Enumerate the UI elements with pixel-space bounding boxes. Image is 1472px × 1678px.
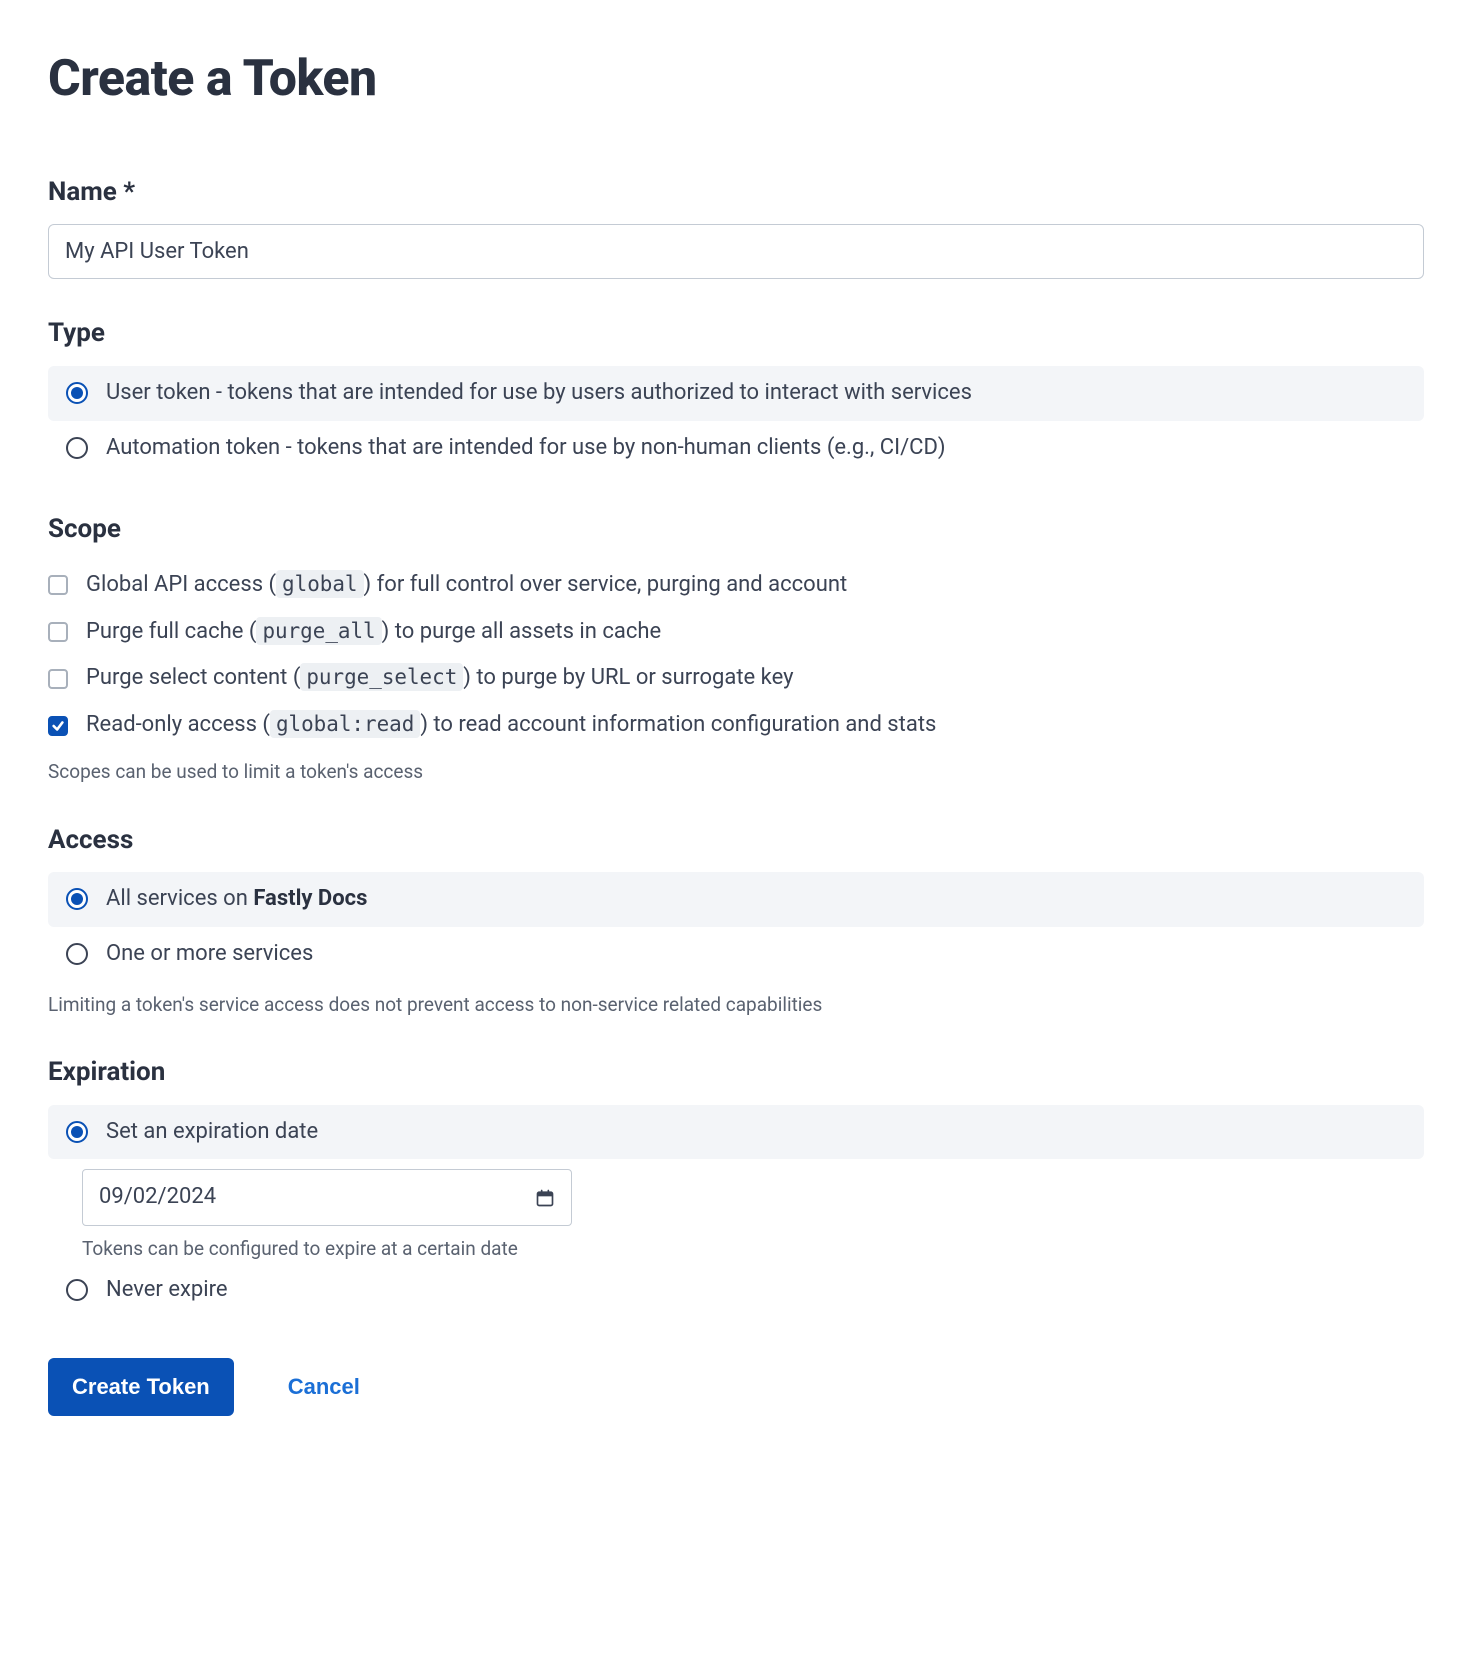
checkbox-icon — [48, 669, 68, 689]
access-option-select-services[interactable]: One or more services — [48, 927, 1424, 982]
radio-icon — [66, 1121, 88, 1143]
scope-option-purge-select[interactable]: Purge select content (purge_select) to p… — [48, 655, 1424, 702]
expiration-date-help: Tokens can be configured to expire at a … — [82, 1236, 1424, 1263]
checkbox-icon — [48, 575, 68, 595]
radio-icon — [66, 1279, 88, 1301]
scope-option-text: Global API access (global) for full cont… — [86, 570, 847, 601]
access-option-label: All services on Fastly Docs — [106, 884, 367, 915]
access-help-text: Limiting a token's service access does n… — [48, 992, 1424, 1019]
scope-label: Scope — [48, 511, 1424, 547]
access-option-label: One or more services — [106, 939, 313, 970]
create-token-form: Create a Token Name * Type User token - … — [0, 0, 1472, 1476]
type-option-label: User token - tokens that are intended fo… — [106, 378, 972, 409]
name-input[interactable] — [48, 224, 1424, 279]
type-option-user-token[interactable]: User token - tokens that are intended fo… — [48, 366, 1424, 421]
scope-option-text: Read-only access (global:read) to read a… — [86, 710, 936, 741]
type-option-automation-token[interactable]: Automation token - tokens that are inten… — [48, 421, 1424, 476]
expiration-option-never[interactable]: Never expire — [48, 1263, 1424, 1318]
expiration-date-value: 09/02/2024 — [99, 1182, 216, 1213]
access-label: Access — [48, 822, 1424, 858]
calendar-icon — [535, 1188, 555, 1208]
checkbox-icon — [48, 622, 68, 642]
scope-option-text: Purge select content (purge_select) to p… — [86, 663, 794, 694]
form-actions: Create Token Cancel — [48, 1358, 1424, 1416]
expiration-option-set-date[interactable]: Set an expiration date — [48, 1105, 1424, 1160]
page-title: Create a Token — [48, 44, 1424, 114]
scope-option-purge-all[interactable]: Purge full cache (purge_all) to purge al… — [48, 609, 1424, 656]
scope-option-read-only[interactable]: Read-only access (global:read) to read a… — [48, 702, 1424, 749]
cancel-button[interactable]: Cancel — [282, 1373, 366, 1401]
expiration-date-input[interactable]: 09/02/2024 — [82, 1169, 572, 1226]
radio-icon — [66, 888, 88, 910]
scope-option-global[interactable]: Global API access (global) for full cont… — [48, 562, 1424, 609]
expiration-date-group: 09/02/2024 Tokens can be configured to e… — [82, 1169, 1424, 1262]
scope-option-text: Purge full cache (purge_all) to purge al… — [86, 617, 661, 648]
checkbox-icon — [48, 716, 68, 736]
radio-icon — [66, 437, 88, 459]
create-token-button[interactable]: Create Token — [48, 1358, 234, 1416]
expiration-option-label: Set an expiration date — [106, 1117, 318, 1148]
type-option-label: Automation token - tokens that are inten… — [106, 433, 946, 464]
radio-icon — [66, 382, 88, 404]
type-label: Type — [48, 315, 1424, 351]
radio-icon — [66, 943, 88, 965]
scope-help-text: Scopes can be used to limit a token's ac… — [48, 759, 1424, 786]
name-label: Name * — [48, 174, 1424, 210]
access-option-all-services[interactable]: All services on Fastly Docs — [48, 872, 1424, 927]
expiration-option-label: Never expire — [106, 1275, 228, 1306]
expiration-label: Expiration — [48, 1054, 1424, 1090]
